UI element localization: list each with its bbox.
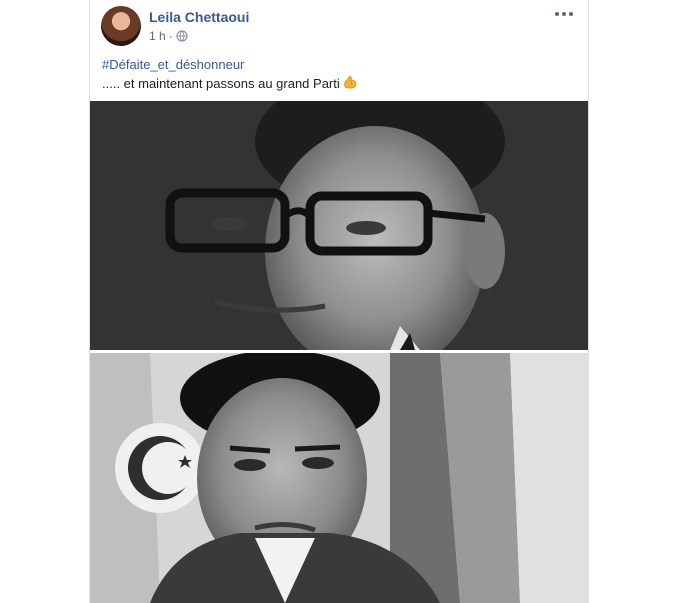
more-options-dot [562, 12, 566, 16]
post-body-text: ..... et maintenant passons au grand Par… [102, 76, 340, 91]
post-timestamp[interactable]: 1 h [149, 29, 166, 43]
post-header: Leila Chettaoui 1 h · [90, 0, 588, 50]
photo-bottom[interactable] [90, 353, 588, 603]
post-text: #Défaite_et_déshonneur ..... et maintena… [102, 55, 576, 93]
author-avatar[interactable] [101, 6, 141, 46]
more-options-icon [555, 12, 559, 16]
flexed-biceps-emoji-icon [343, 75, 358, 90]
more-options-dot [569, 12, 573, 16]
author-name-link[interactable]: Leila Chettaoui [149, 9, 249, 25]
post-meta: 1 h · [149, 29, 188, 43]
hashtag-link[interactable]: #Défaite_et_déshonneur [102, 57, 244, 72]
page: Leila Chettaoui 1 h · #Défaite_et_déshon… [0, 0, 675, 603]
post-card: Leila Chettaoui 1 h · #Défaite_et_déshon… [89, 0, 589, 603]
photo-top[interactable] [90, 101, 588, 350]
more-options-button[interactable] [552, 6, 576, 22]
globe-icon[interactable] [176, 30, 188, 42]
meta-separator: · [168, 29, 173, 43]
